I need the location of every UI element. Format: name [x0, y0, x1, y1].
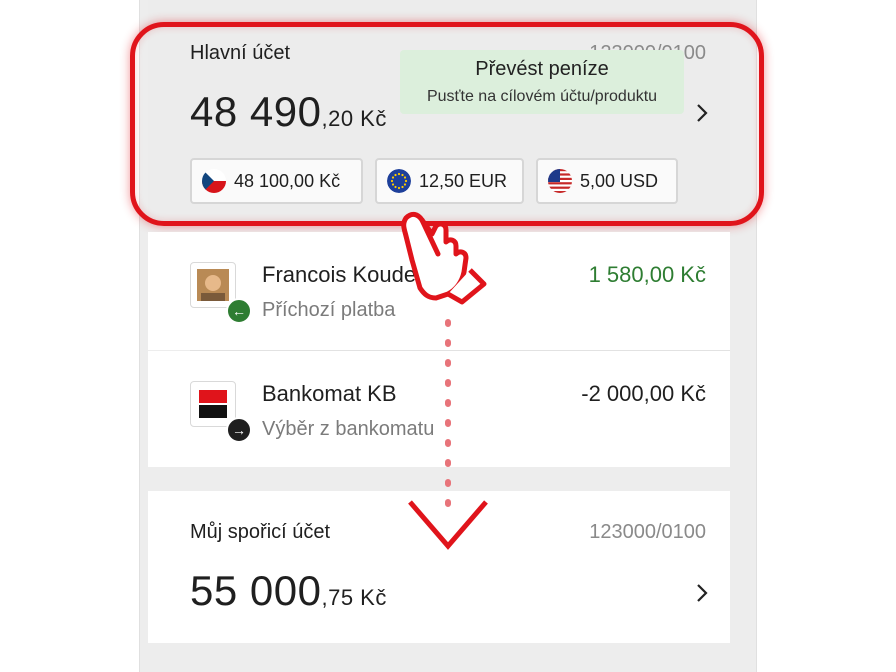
incoming-arrow-icon: ←	[226, 298, 252, 324]
section-gap	[148, 467, 730, 491]
transaction-amount: -2 000,00 Kč	[581, 381, 706, 406]
outgoing-arrow-icon: →	[226, 417, 252, 443]
chevron-right-icon[interactable]	[690, 581, 714, 605]
transaction-name: Bankomat KB	[262, 381, 397, 406]
transaction-name: Francois Koudel	[262, 262, 421, 287]
savings-account-title: Můj spořicí účet	[190, 521, 331, 543]
transaction-row[interactable]: ← Francois Koudel Příchozí platba 1 580,…	[148, 232, 730, 350]
transaction-row[interactable]: → Bankomat KB Výběr z bankomatu -2 000,0…	[148, 351, 730, 467]
savings-account-card[interactable]: Můj spořicí účet 123000/0100 55 000,75 K…	[148, 491, 730, 643]
balance-integer: 55 000	[190, 567, 322, 614]
transaction-type: Výběr z bankomatu	[262, 418, 435, 440]
transaction-amount: 1 580,00 Kč	[588, 262, 706, 287]
section-gap	[148, 643, 730, 672]
savings-account-number: 123000/0100	[589, 521, 706, 543]
transaction-type: Příchozí platba	[262, 299, 396, 321]
balance-decimal: ,75 Kč	[321, 585, 387, 610]
drag-highlight-ring	[130, 22, 764, 226]
savings-account-balance: 55 000,75 Kč	[190, 567, 387, 615]
